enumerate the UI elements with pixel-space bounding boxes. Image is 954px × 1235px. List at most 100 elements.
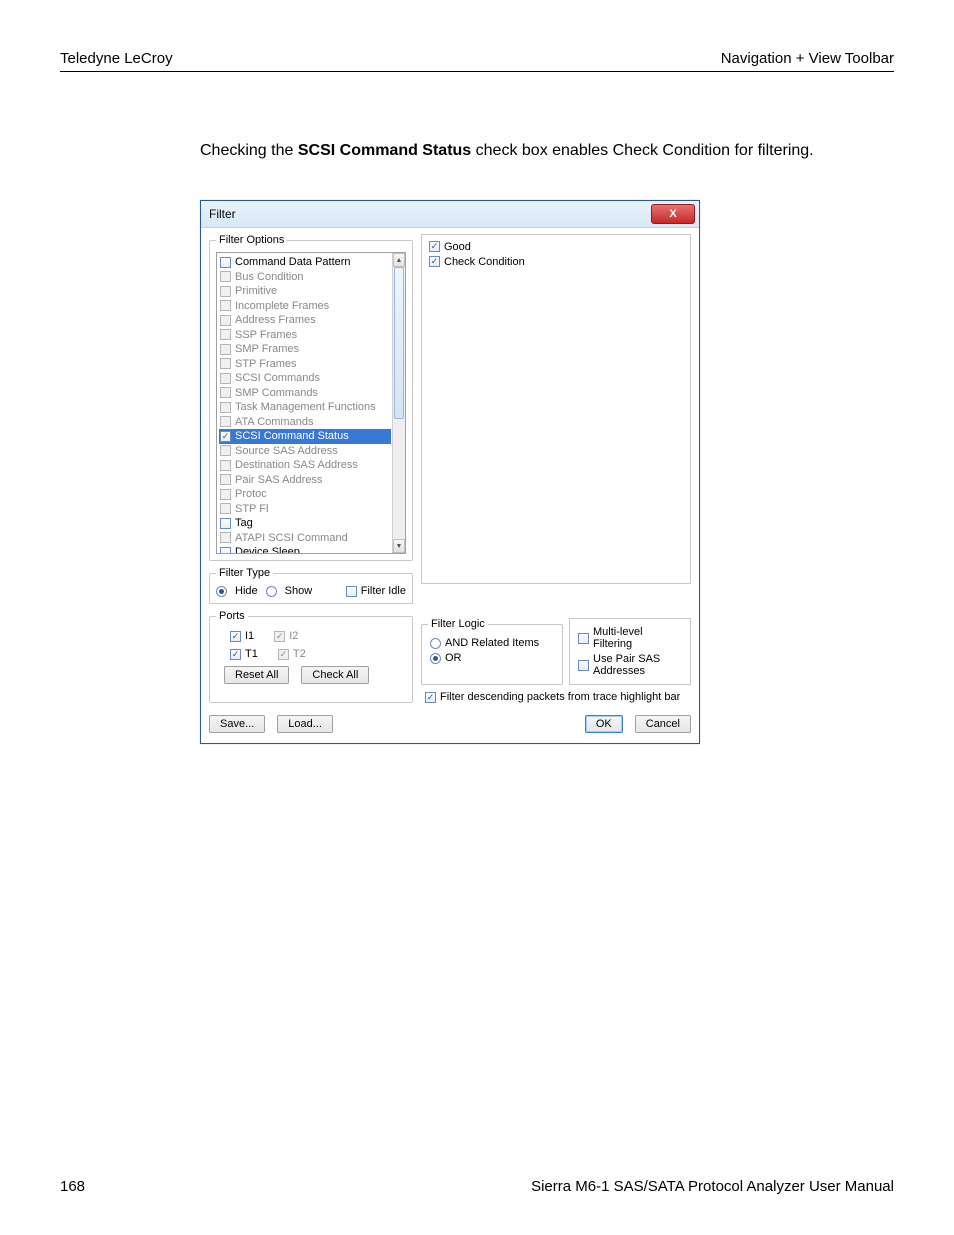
multilevel-label: Multi-level Filtering — [593, 626, 684, 650]
checkbox-icon[interactable] — [220, 547, 231, 553]
checkbox-icon[interactable] — [220, 387, 231, 398]
scroll-up-icon[interactable]: ▲ — [393, 253, 405, 267]
status-label: Good — [444, 241, 471, 253]
checkbox-icon[interactable] — [220, 416, 231, 427]
or-radio[interactable] — [430, 653, 441, 664]
filter-option-label: STP Frames — [235, 358, 297, 370]
status-list: ✓ Good ✓ Check Condition — [421, 234, 691, 584]
filter-option-label: Primitive — [235, 285, 277, 297]
checkbox-icon[interactable]: ✓ — [278, 649, 289, 660]
show-radio[interactable] — [266, 586, 277, 597]
pair-sas-checkbox[interactable] — [578, 660, 589, 671]
filter-option-item[interactable]: Primitive — [219, 284, 391, 299]
filter-option-label: Protoc — [235, 488, 267, 500]
checkbox-icon[interactable] — [220, 315, 231, 326]
port-label: I2 — [289, 630, 298, 642]
close-button[interactable]: X — [651, 204, 695, 224]
checkbox-icon[interactable]: ✓ — [230, 631, 241, 642]
port-item[interactable]: ✓ T2 — [278, 648, 306, 660]
body-text: Checking the SCSI Command Status check b… — [200, 142, 894, 160]
filter-option-item[interactable]: Pair SAS Address — [219, 473, 391, 488]
checkbox-icon[interactable] — [220, 503, 231, 514]
hide-radio[interactable] — [216, 586, 227, 597]
status-item[interactable]: ✓ Check Condition — [428, 254, 684, 269]
filter-option-item[interactable]: SMP Commands — [219, 386, 391, 401]
reset-all-button[interactable]: Reset All — [224, 666, 289, 684]
checkbox-icon[interactable] — [220, 489, 231, 500]
checkbox-icon[interactable] — [220, 532, 231, 543]
checkbox-icon[interactable]: ✓ — [230, 649, 241, 660]
filter-option-item[interactable]: Bus Condition — [219, 270, 391, 285]
filter-option-item[interactable]: STP Fl — [219, 502, 391, 517]
checkbox-icon[interactable] — [220, 257, 231, 268]
descending-checkbox[interactable]: ✓ — [425, 692, 436, 703]
filter-option-item[interactable]: ✓SCSI Command Status — [219, 429, 391, 444]
filter-option-item[interactable]: Tag — [219, 516, 391, 531]
filter-option-item[interactable]: ATA Commands — [219, 415, 391, 430]
page-number: 168 — [60, 1178, 85, 1195]
cancel-button[interactable]: Cancel — [635, 715, 691, 733]
multilevel-checkbox[interactable] — [578, 633, 589, 644]
checkbox-icon[interactable] — [220, 518, 231, 529]
checkbox-icon[interactable] — [220, 358, 231, 369]
pair-sas-label: Use Pair SAS Addresses — [593, 653, 684, 677]
and-radio[interactable] — [430, 638, 441, 649]
scrollbar[interactable]: ▲ ▼ — [392, 253, 405, 553]
status-item[interactable]: ✓ Good — [428, 239, 684, 254]
filter-option-item[interactable]: SSP Frames — [219, 328, 391, 343]
checkbox-icon[interactable] — [220, 344, 231, 355]
scroll-thumb[interactable] — [394, 267, 404, 419]
checkbox-icon[interactable] — [220, 271, 231, 282]
checkbox-icon[interactable] — [220, 300, 231, 311]
checkbox-icon[interactable] — [220, 329, 231, 340]
checkbox-icon[interactable] — [220, 373, 231, 384]
filter-option-label: Address Frames — [235, 314, 316, 326]
ports-legend: Ports — [216, 610, 248, 622]
filter-option-item[interactable]: SCSI Commands — [219, 371, 391, 386]
filter-idle-label: Filter Idle — [361, 585, 406, 597]
filter-option-item[interactable]: SMP Frames — [219, 342, 391, 357]
save-button[interactable]: Save... — [209, 715, 265, 733]
filter-option-item[interactable]: Command Data Pattern — [219, 255, 391, 270]
filter-option-item[interactable]: STP Frames — [219, 357, 391, 372]
checkbox-icon[interactable]: ✓ — [220, 431, 231, 442]
filter-option-label: Task Management Functions — [235, 401, 376, 413]
filter-idle-checkbox[interactable] — [346, 586, 357, 597]
checkbox-icon[interactable]: ✓ — [429, 241, 440, 252]
filter-option-item[interactable]: Device Sleep — [219, 545, 391, 553]
filter-option-label: Pair SAS Address — [235, 474, 322, 486]
load-button[interactable]: Load... — [277, 715, 333, 733]
scroll-down-icon[interactable]: ▼ — [393, 539, 405, 553]
filter-logic-legend: Filter Logic — [428, 618, 488, 630]
filter-option-label: Destination SAS Address — [235, 459, 358, 471]
checkbox-icon[interactable]: ✓ — [274, 631, 285, 642]
checkbox-icon[interactable] — [220, 474, 231, 485]
filter-option-item[interactable]: ATAPI SCSI Command — [219, 531, 391, 546]
status-label: Check Condition — [444, 256, 525, 268]
filter-logic-group: Filter Logic AND Related Items OR — [421, 618, 563, 685]
filter-option-item[interactable]: Task Management Functions — [219, 400, 391, 415]
checkbox-icon[interactable] — [220, 402, 231, 413]
check-all-button[interactable]: Check All — [301, 666, 369, 684]
page-header: Teledyne LeCroy Navigation + View Toolba… — [60, 50, 894, 72]
filter-option-label: STP Fl — [235, 503, 268, 515]
filter-dialog: Filter X Filter Options Command Data Pat… — [200, 200, 700, 744]
filter-option-label: Bus Condition — [235, 271, 304, 283]
ok-button[interactable]: OK — [585, 715, 623, 733]
dialog-title: Filter — [209, 207, 651, 221]
checkbox-icon[interactable] — [220, 445, 231, 456]
checkbox-icon[interactable] — [220, 460, 231, 471]
filter-option-item[interactable]: Protoc — [219, 487, 391, 502]
filter-option-item[interactable]: Destination SAS Address — [219, 458, 391, 473]
port-item[interactable]: ✓ I2 — [274, 630, 298, 642]
filter-option-item[interactable]: Incomplete Frames — [219, 299, 391, 314]
port-item[interactable]: ✓T1 — [230, 648, 258, 660]
checkbox-icon[interactable] — [220, 286, 231, 297]
filter-option-item[interactable]: Address Frames — [219, 313, 391, 328]
port-item[interactable]: ✓I1 — [230, 630, 254, 642]
titlebar[interactable]: Filter X — [201, 201, 699, 228]
port-label: T2 — [293, 648, 306, 660]
checkbox-icon[interactable]: ✓ — [429, 256, 440, 267]
filter-options-listbox[interactable]: Command Data PatternBus Condition Primiti… — [216, 252, 406, 554]
filter-option-item[interactable]: Source SAS Address — [219, 444, 391, 459]
